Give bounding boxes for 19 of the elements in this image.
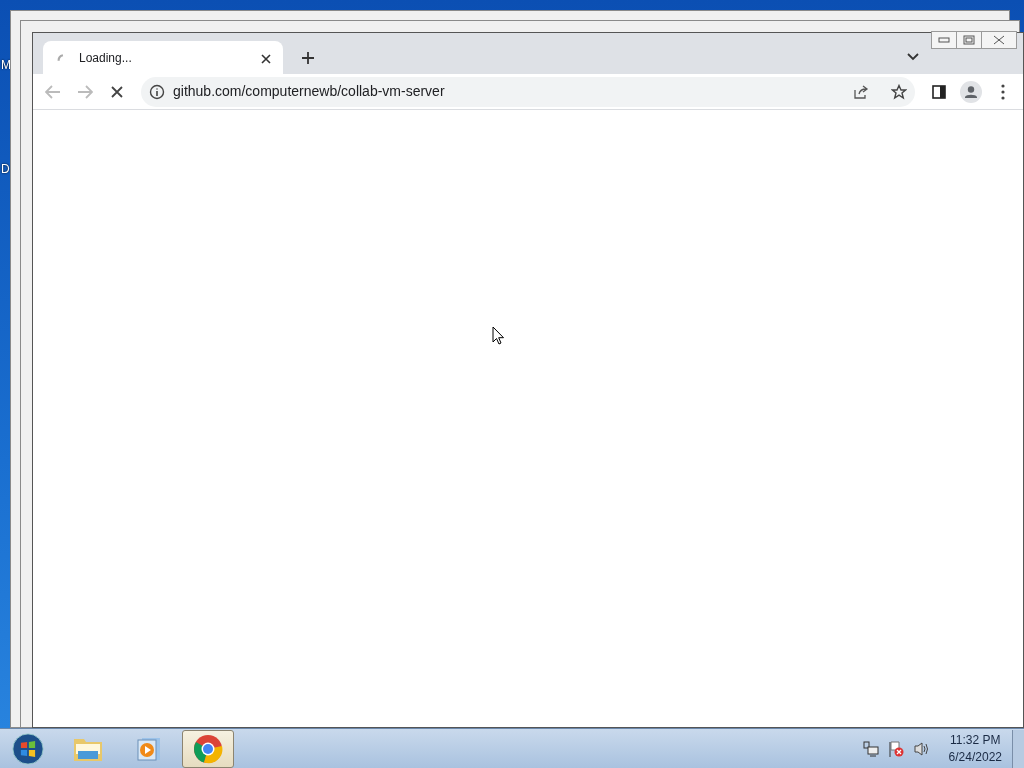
clock-time: 11:32 PM xyxy=(949,732,1002,749)
address-bar[interactable]: github.com/computernewb/collab-vm-server xyxy=(141,76,915,107)
share-icon[interactable] xyxy=(853,83,869,100)
info-icon[interactable] xyxy=(149,83,165,100)
url-text: github.com/computernewb/collab-vm-server xyxy=(173,82,445,101)
network-icon[interactable] xyxy=(862,740,879,757)
caption-buttons[interactable] xyxy=(932,31,1017,49)
icon-label: D xyxy=(1,161,10,178)
tab-title: Loading... xyxy=(79,49,132,67)
browser-tab[interactable]: Loading... xyxy=(43,41,283,74)
mouse-pointer-icon xyxy=(492,326,505,345)
icon-label: M xyxy=(1,57,11,74)
flag-icon[interactable] xyxy=(886,739,905,758)
chrome-icon xyxy=(193,733,223,764)
taskbar-button[interactable] xyxy=(182,729,234,768)
speaker-icon[interactable] xyxy=(912,740,931,757)
clock-date: 6/24/2022 xyxy=(948,748,1002,765)
clock[interactable]: 11:32 PM 6/24/2022 xyxy=(948,732,1002,765)
star-icon[interactable] xyxy=(891,83,907,100)
